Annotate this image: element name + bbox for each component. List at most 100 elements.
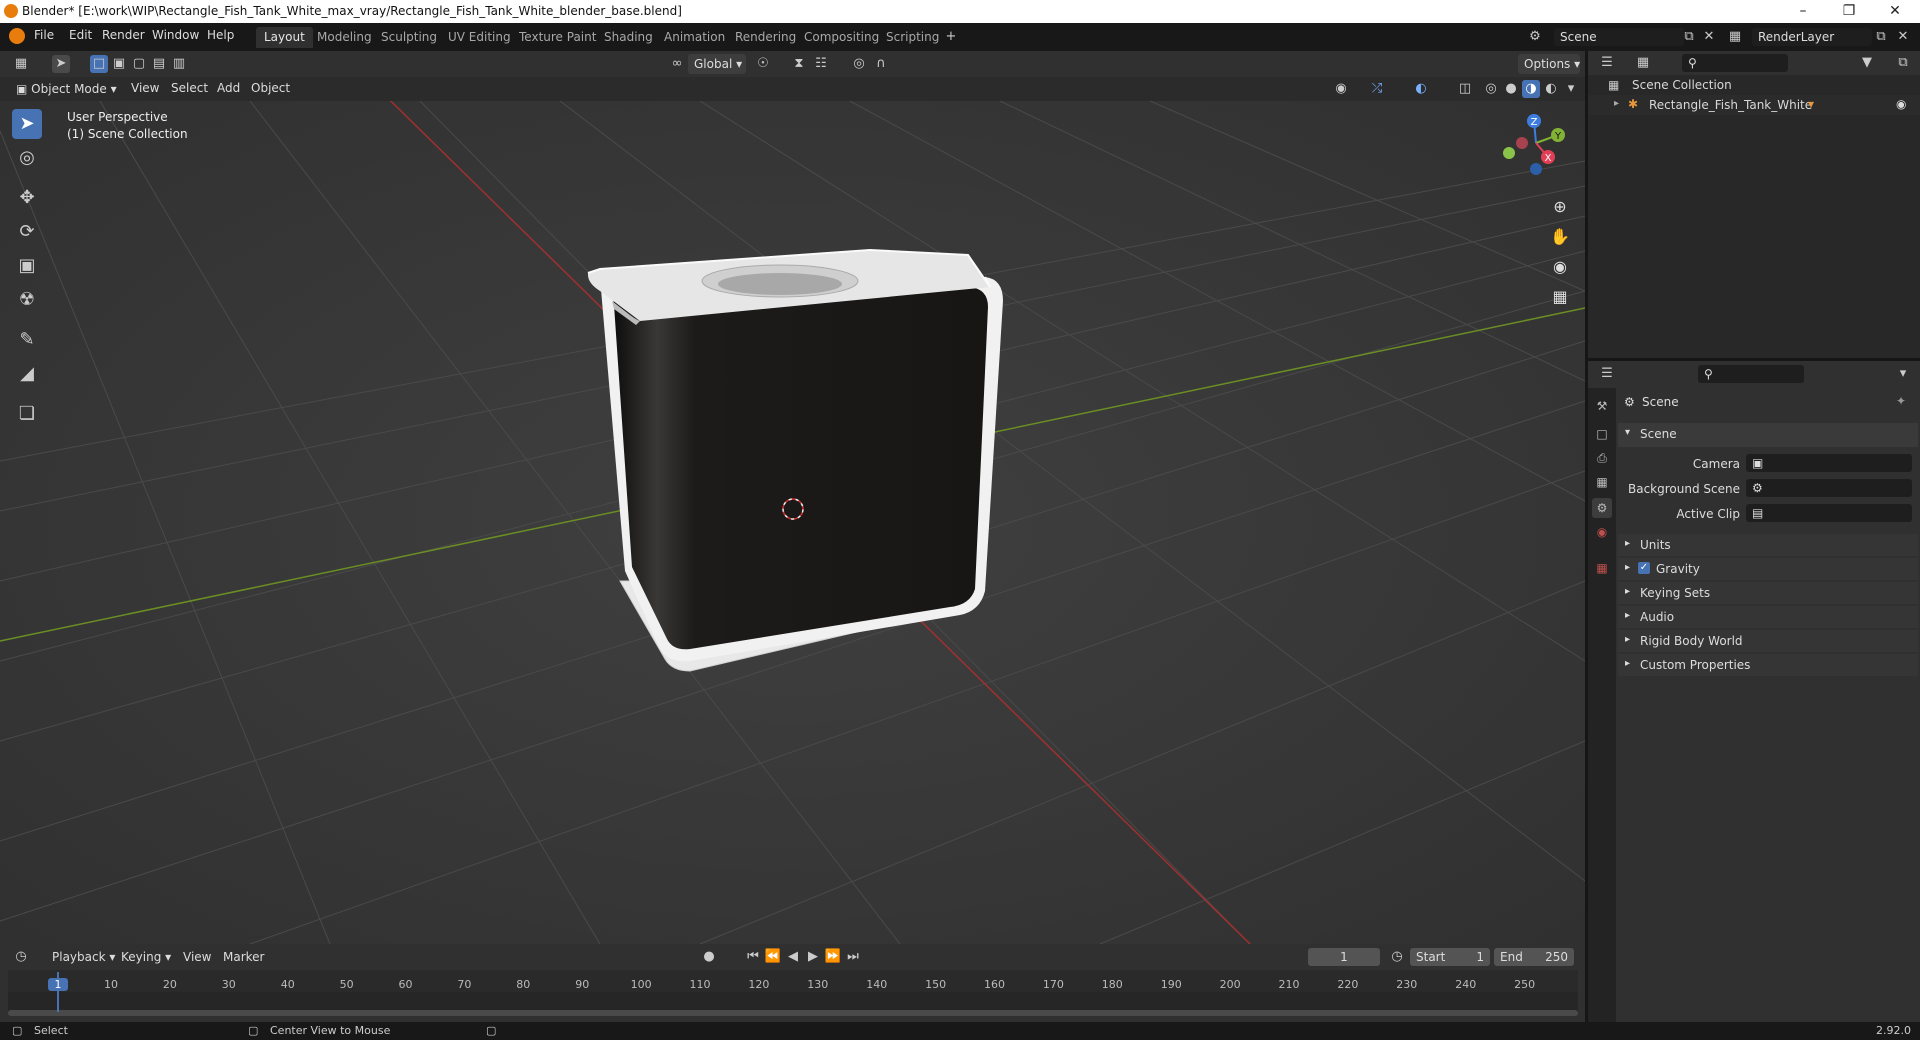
new-scene-icon[interactable]: ⧉ <box>1680 28 1698 46</box>
menu-help[interactable]: Help <box>207 28 234 42</box>
tab-layout[interactable]: Layout <box>256 27 313 48</box>
camera-view-icon[interactable]: ◉ <box>1546 253 1574 281</box>
gizmo-toggle-icon[interactable]: ⤮ <box>1368 80 1386 98</box>
navigation-gizmo[interactable]: Z Y X <box>1488 109 1568 189</box>
move-tool-icon[interactable]: ✥ <box>12 183 42 213</box>
select-box-tool-icon[interactable]: ➤ <box>12 109 42 139</box>
tab-modeling[interactable]: Modeling <box>309 27 380 48</box>
timeline-menu-keying[interactable]: Keying ▾ <box>121 950 171 964</box>
outliner-display-mode-icon[interactable]: ▦ <box>1634 54 1652 72</box>
transform-orientation-dropdown[interactable]: Global ▾ <box>688 54 746 74</box>
close-icon[interactable]: ✕ <box>1872 0 1918 23</box>
properties-options-icon[interactable]: ▾ <box>1894 365 1912 383</box>
select-tool-icon[interactable]: ➤ <box>52 55 70 73</box>
rotate-tool-icon[interactable]: ⟳ <box>12 217 42 247</box>
viewport-menu-view[interactable]: View <box>131 81 159 95</box>
texture-tab-icon[interactable]: ▦ <box>1592 558 1612 578</box>
proportional-falloff-icon[interactable]: ∩ <box>872 55 890 73</box>
options-dropdown[interactable]: Options ▾ <box>1518 54 1580 74</box>
jump-end-icon[interactable]: ⏭ <box>844 948 862 966</box>
pin-icon[interactable]: ✦ <box>1896 394 1906 408</box>
visibility-eye-icon[interactable]: ◉ <box>1896 97 1906 111</box>
new-collection-icon[interactable]: ⧉ <box>1894 54 1912 72</box>
remove-scene-icon[interactable]: ✕ <box>1700 28 1718 46</box>
play-icon[interactable]: ▶ <box>804 948 822 966</box>
shading-material-icon[interactable]: ◑ <box>1522 80 1540 98</box>
add-cube-tool-icon[interactable]: ❏ <box>12 399 42 429</box>
outliner-row-object[interactable]: ▸ ✱ Rectangle_Fish_Tank_White ▾ ◉ <box>1588 95 1920 115</box>
pivot-point-icon[interactable]: ☉ <box>754 55 772 73</box>
outliner-row-scene-collection[interactable]: ▦ Scene Collection <box>1588 75 1920 95</box>
timeline-scrollbar[interactable] <box>8 1010 1578 1016</box>
scene-tab-icon[interactable]: ⚙ <box>1592 498 1612 518</box>
play-reverse-icon[interactable]: ◀ <box>784 948 802 966</box>
3d-viewport[interactable]: User Perspective (1) Scene Collection Z … <box>0 101 1585 944</box>
units-panel-header[interactable]: ▸ Units <box>1618 534 1918 556</box>
tool-tab-icon[interactable]: ⚒ <box>1592 396 1612 416</box>
minimize-icon[interactable]: – <box>1780 0 1826 23</box>
scene-panel-header[interactable]: ▾ Scene <box>1618 423 1918 447</box>
menu-edit[interactable]: Edit <box>69 28 92 42</box>
editor-type-icon[interactable]: ▦ <box>12 55 30 73</box>
fish-tank-model[interactable] <box>587 248 1003 672</box>
viewport-menu-object[interactable]: Object <box>251 81 290 95</box>
tab-animation[interactable]: Animation <box>656 27 733 48</box>
select-mode-extend-icon[interactable]: ▣ <box>110 55 128 73</box>
renderlayer-name-field[interactable]: RenderLayer <box>1752 28 1872 46</box>
tab-uv-editing[interactable]: UV Editing <box>440 27 519 48</box>
outliner-filter-icon[interactable]: ▼ <box>1858 54 1876 72</box>
annotate-tool-icon[interactable]: ✎ <box>12 325 42 355</box>
perspective-toggle-icon[interactable]: ▦ <box>1546 283 1574 311</box>
jump-prev-keyframe-icon[interactable]: ⏪ <box>764 948 782 966</box>
transform-tool-icon[interactable]: ☢ <box>12 285 42 315</box>
remove-renderlayer-icon[interactable]: ✕ <box>1894 28 1912 46</box>
output-tab-icon[interactable]: ⎙ <box>1592 448 1612 468</box>
menu-window[interactable]: Window <box>152 28 199 42</box>
tab-texture-paint[interactable]: Texture Paint <box>511 27 604 48</box>
pan-hand-icon[interactable]: ✋ <box>1546 223 1574 251</box>
active-clip-field[interactable]: ▤ <box>1746 504 1912 522</box>
jump-next-keyframe-icon[interactable]: ⏩ <box>824 948 842 966</box>
keying-sets-panel-header[interactable]: ▸ Keying Sets <box>1618 582 1918 604</box>
timeline-editor-type-icon[interactable]: ◷ <box>12 948 30 966</box>
scale-tool-icon[interactable]: ▣ <box>12 251 42 281</box>
timeline-menu-marker[interactable]: Marker <box>223 950 264 964</box>
select-mode-subtract-icon[interactable]: ▢ <box>130 55 148 73</box>
mode-dropdown[interactable]: ▣ Object Mode ▾ <box>10 79 118 99</box>
menu-file[interactable]: File <box>34 28 54 42</box>
shading-rendered-icon[interactable]: ◐ <box>1542 80 1560 98</box>
xray-toggle-icon[interactable]: ◫ <box>1456 80 1474 98</box>
auto-keying-icon[interactable]: ● <box>700 948 718 966</box>
shading-wireframe-icon[interactable]: ◎ <box>1482 80 1500 98</box>
viewport-menu-add[interactable]: Add <box>217 81 240 95</box>
outliner-search-input[interactable]: ⚲ <box>1682 54 1788 72</box>
timeline-menu-view[interactable]: View <box>183 950 211 964</box>
viewport-menu-select[interactable]: Select <box>171 81 208 95</box>
gravity-checkbox[interactable]: ✓ <box>1638 562 1650 574</box>
scene-selector-icon[interactable]: ⚙ <box>1526 28 1544 46</box>
overlay-toggle-icon[interactable]: ◐ <box>1412 80 1430 98</box>
cursor-tool-icon[interactable]: ◎ <box>12 143 42 173</box>
stopwatch-icon[interactable]: ◷ <box>1388 948 1406 966</box>
timeline-menu-playback[interactable]: Playback ▾ <box>52 950 115 964</box>
shading-solid-icon[interactable]: ● <box>1502 80 1520 98</box>
start-frame-field[interactable]: Start 1 <box>1410 948 1490 966</box>
measure-tool-icon[interactable]: ◢ <box>12 359 42 389</box>
select-mode-invert-icon[interactable]: ▤ <box>150 55 168 73</box>
select-mode-new-icon[interactable]: □ <box>90 55 108 73</box>
renderlayer-selector-icon[interactable]: ▦ <box>1726 28 1744 46</box>
blender-menu-icon[interactable] <box>9 28 25 44</box>
add-workspace-icon[interactable]: + <box>942 28 960 46</box>
menu-render[interactable]: Render <box>102 28 145 42</box>
visibility-eye-icon[interactable]: ◉ <box>1332 80 1350 98</box>
tab-sculpting[interactable]: Sculpting <box>373 27 445 48</box>
rigid-body-world-panel-header[interactable]: ▸ Rigid Body World <box>1618 630 1918 652</box>
tab-shading[interactable]: Shading <box>596 27 661 48</box>
current-frame-field[interactable]: 1 <box>1308 948 1380 966</box>
end-frame-field[interactable]: End 250 <box>1494 948 1574 966</box>
background-scene-field[interactable]: ⚙ <box>1746 479 1912 497</box>
custom-properties-panel-header[interactable]: ▸ Custom Properties <box>1618 654 1918 676</box>
keyframe-area[interactable] <box>8 992 1578 1012</box>
select-mode-intersect-icon[interactable]: ▥ <box>170 55 188 73</box>
audio-panel-header[interactable]: ▸ Audio <box>1618 606 1918 628</box>
